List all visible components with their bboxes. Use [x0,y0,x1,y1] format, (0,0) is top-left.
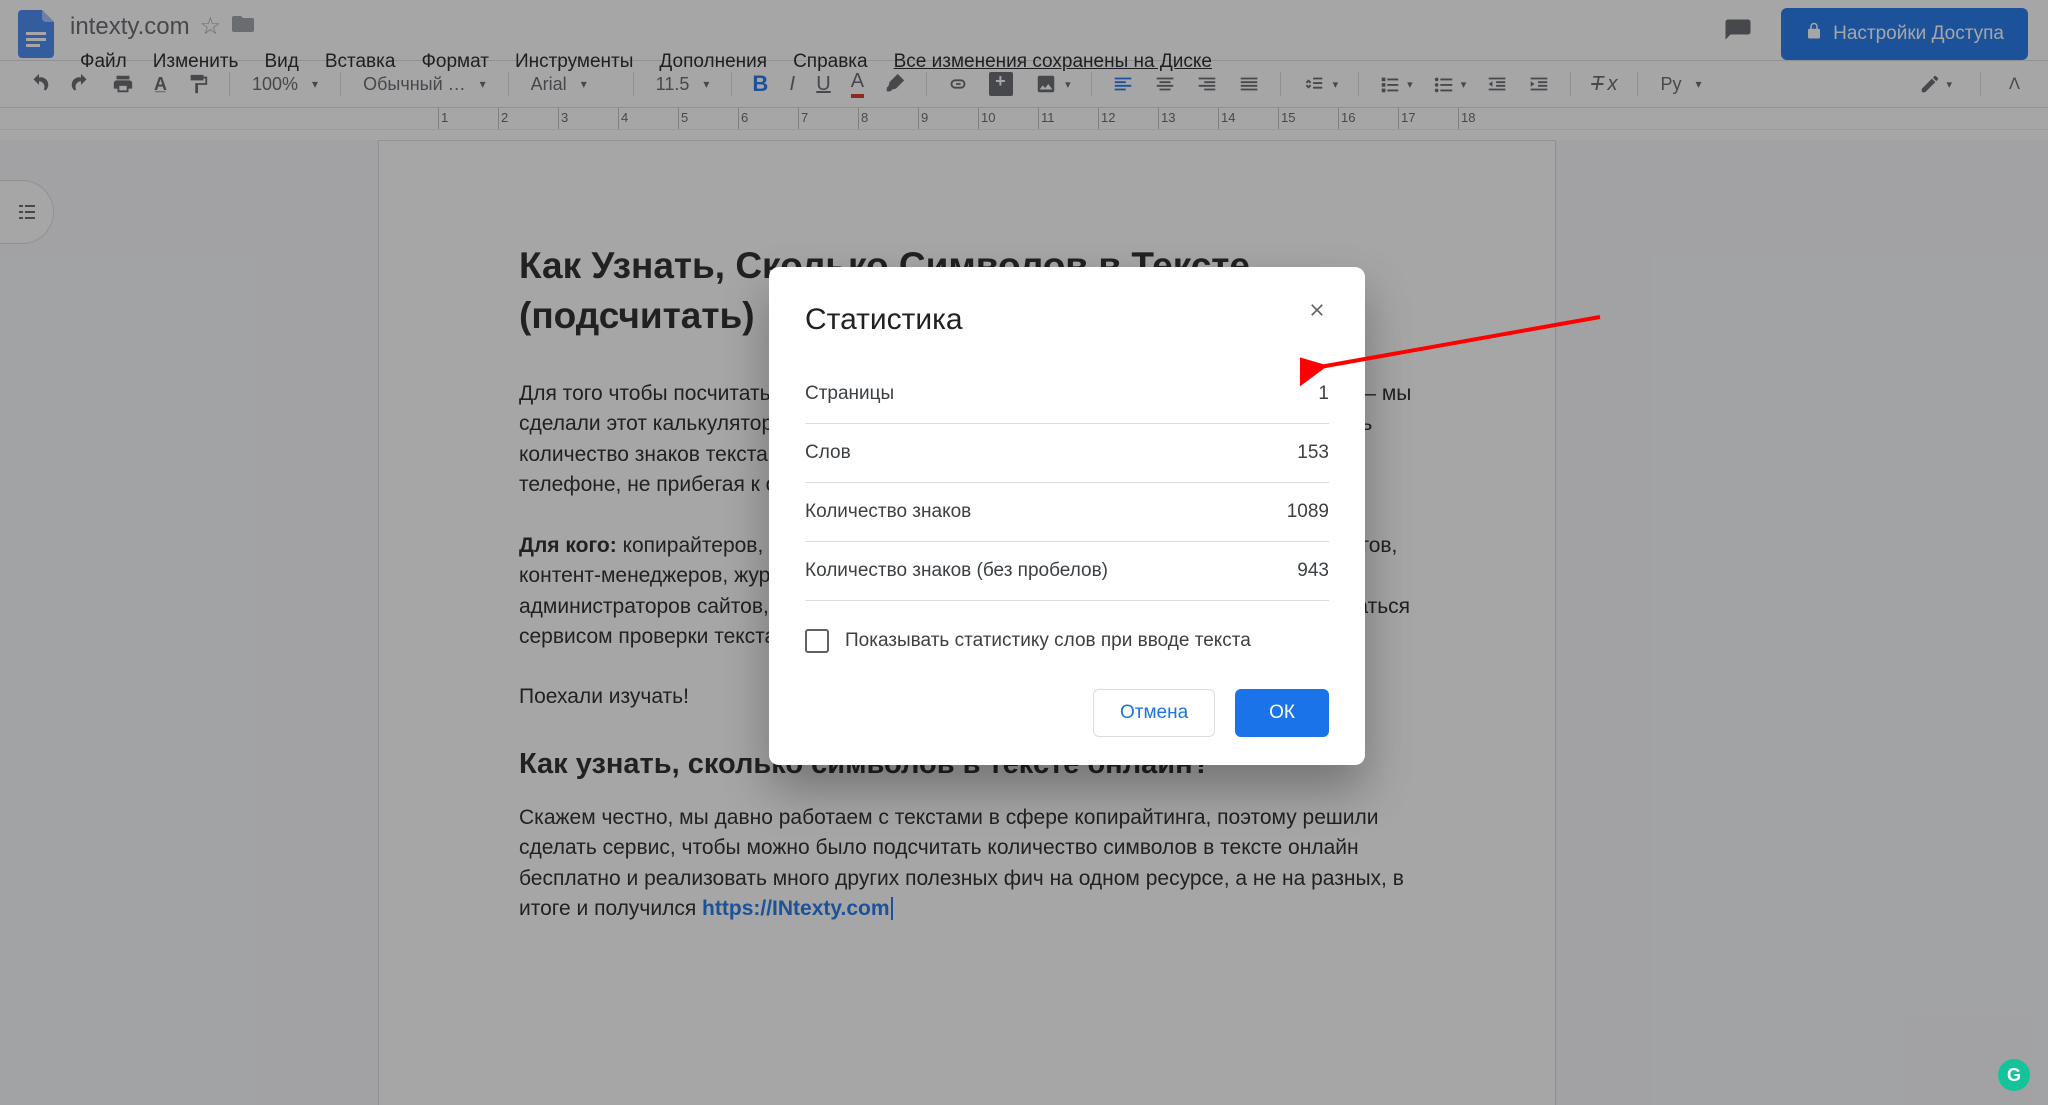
stat-value: 153 [1297,442,1329,464]
close-icon [1307,300,1327,320]
grammarly-badge[interactable]: G [1998,1059,2030,1091]
stat-value: 1 [1318,383,1329,405]
stat-row-pages: Страницы 1 [805,365,1329,424]
stat-label: Количество знаков (без пробелов) [805,560,1108,582]
checkbox-label: Показывать статистику слов при вводе тек… [845,630,1251,652]
stat-label: Страницы [805,383,894,405]
stat-value: 943 [1297,560,1329,582]
stat-row-chars-nospaces: Количество знаков (без пробелов) 943 [805,542,1329,601]
statistics-dialog: Статистика Страницы 1 Слов 153 Количеств… [769,267,1365,765]
ok-button[interactable]: ОК [1235,689,1329,737]
cancel-button[interactable]: Отмена [1093,689,1215,737]
show-while-typing-checkbox[interactable] [805,629,829,653]
stat-label: Слов [805,442,851,464]
stat-row-chars: Количество знаков 1089 [805,483,1329,542]
dialog-close-button[interactable] [1301,299,1333,327]
stat-value: 1089 [1287,501,1329,523]
stat-row-words: Слов 153 [805,424,1329,483]
dialog-title: Статистика [805,303,1329,337]
stat-label: Количество знаков [805,501,971,523]
